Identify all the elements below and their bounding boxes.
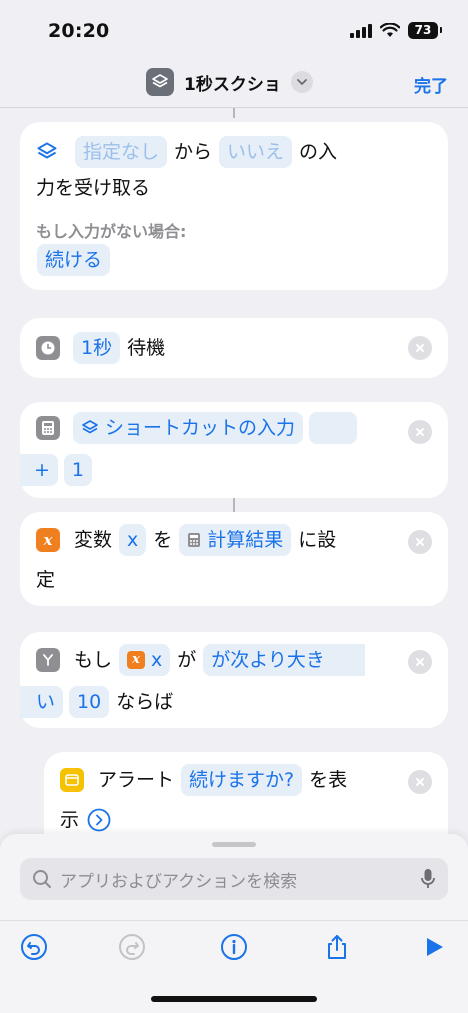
redo-icon[interactable] — [118, 933, 146, 961]
condition-pill[interactable]: が次より大き — [203, 644, 365, 676]
shortcut-input-pill[interactable]: ショートカットの入力 — [73, 412, 304, 444]
sheet-grabber[interactable] — [212, 842, 256, 847]
done-button[interactable]: 完了 — [414, 72, 448, 97]
calc-result-pill[interactable]: 計算結果 — [179, 524, 292, 556]
action-card-alert[interactable]: アラート 続けますか? を表 示 — [44, 752, 448, 834]
variable-name-pill[interactable]: x — [119, 524, 147, 556]
home-indicator — [151, 996, 317, 1002]
calc-empty-pill[interactable] — [309, 412, 358, 444]
text-show-end: 示 — [60, 809, 80, 831]
status-time: 20:20 — [48, 20, 110, 42]
connector-line — [233, 108, 235, 118]
connector-line — [233, 498, 235, 512]
calc-result-label: 計算結果 — [207, 529, 284, 551]
cellular-signal-icon — [350, 23, 372, 38]
delete-action-close-icon[interactable] — [408, 770, 432, 794]
action-card-if[interactable]: もし x x が が次より大き い 10 ならば — [20, 632, 448, 728]
layers-icon — [37, 142, 57, 159]
status-icons: 73 — [350, 22, 442, 39]
alert-message-pill[interactable]: 続けますか? — [181, 764, 303, 796]
expand-chevron-icon[interactable] — [87, 808, 111, 832]
text-wo: を — [153, 529, 173, 551]
battery-indicator: 73 — [408, 22, 442, 39]
text-of: の入 — [299, 141, 338, 163]
text-from: から — [174, 141, 213, 163]
search-bar[interactable]: アプリおよびアクションを検索 — [20, 858, 448, 900]
info-icon[interactable] — [220, 933, 248, 961]
search-input[interactable]: アプリおよびアクションを検索 — [60, 867, 420, 892]
operator-pill[interactable]: + — [20, 454, 58, 486]
variable-icon: x — [127, 651, 146, 669]
source-pill[interactable]: いいえ — [219, 136, 293, 168]
undo-icon[interactable] — [20, 933, 48, 961]
text-wait: 待機 — [127, 337, 166, 359]
share-icon[interactable] — [323, 933, 351, 961]
branch-icon — [36, 648, 60, 672]
operand-pill[interactable]: 1 — [63, 454, 93, 486]
text-receive-input: 力を受け取る — [36, 177, 151, 199]
text-set-end: 定 — [36, 569, 56, 591]
input-type-pill[interactable]: 指定なし — [75, 136, 168, 168]
calculator-icon — [188, 533, 201, 547]
no-input-option-pill[interactable]: 続ける — [37, 244, 111, 276]
text-set: に設 — [298, 529, 337, 551]
status-bar: 20:20 73 — [0, 0, 468, 62]
shortcut-title-menu[interactable]: 1秒スクショ — [146, 68, 313, 96]
action-search-sheet: アプリおよびアクションを検索 — [0, 834, 468, 1013]
delete-action-close-icon[interactable] — [408, 530, 432, 554]
variable-icon: x — [36, 528, 60, 552]
shortcut-input-label: ショートカットの入力 — [105, 417, 296, 439]
chevron-down-icon[interactable] — [290, 71, 313, 93]
action-card-calculate[interactable]: ショートカットの入力 + 1 — [20, 402, 448, 498]
text-if: もし — [74, 649, 113, 671]
layers-icon — [146, 68, 174, 96]
navigation-bar: 1秒スクショ 完了 — [0, 62, 468, 108]
wait-duration-pill[interactable]: 1秒 — [73, 332, 121, 364]
microphone-icon[interactable] — [420, 868, 436, 890]
shortcut-title: 1秒スクショ — [184, 74, 281, 95]
text-variable: 変数 — [74, 529, 113, 551]
bottom-toolbar — [0, 920, 468, 970]
if-variable-label: x — [151, 649, 163, 671]
delete-action-close-icon[interactable] — [408, 650, 432, 674]
search-icon — [33, 870, 51, 888]
action-list[interactable]: 指定なし から いいえ の入 力を受け取る もし入力がない場合: 続ける 1秒 … — [0, 108, 468, 834]
calculator-icon — [36, 416, 60, 440]
if-variable-pill[interactable]: x x — [119, 644, 171, 676]
no-input-label: もし入力がない場合: — [36, 222, 187, 241]
action-card-receive-input[interactable]: 指定なし から いいえ の入 力を受け取る もし入力がない場合: 続ける — [20, 122, 448, 290]
delete-action-close-icon[interactable] — [408, 336, 432, 360]
text-alert: アラート — [98, 769, 175, 791]
action-card-set-variable[interactable]: x 変数 x を 計算結果 に設 定 — [20, 512, 448, 606]
text-then: ならば — [116, 691, 174, 713]
action-card-wait[interactable]: 1秒 待機 — [20, 318, 448, 378]
layers-icon — [82, 420, 98, 434]
text-ga: が — [177, 649, 197, 671]
wifi-icon — [380, 23, 400, 37]
delete-action-close-icon[interactable] — [408, 420, 432, 444]
text-show: を表 — [309, 769, 348, 791]
alert-icon — [60, 768, 84, 792]
clock-icon — [36, 336, 60, 360]
play-icon[interactable] — [420, 933, 448, 961]
compare-value-pill[interactable]: 10 — [69, 686, 110, 718]
condition-pill-continued[interactable]: い — [20, 686, 64, 718]
